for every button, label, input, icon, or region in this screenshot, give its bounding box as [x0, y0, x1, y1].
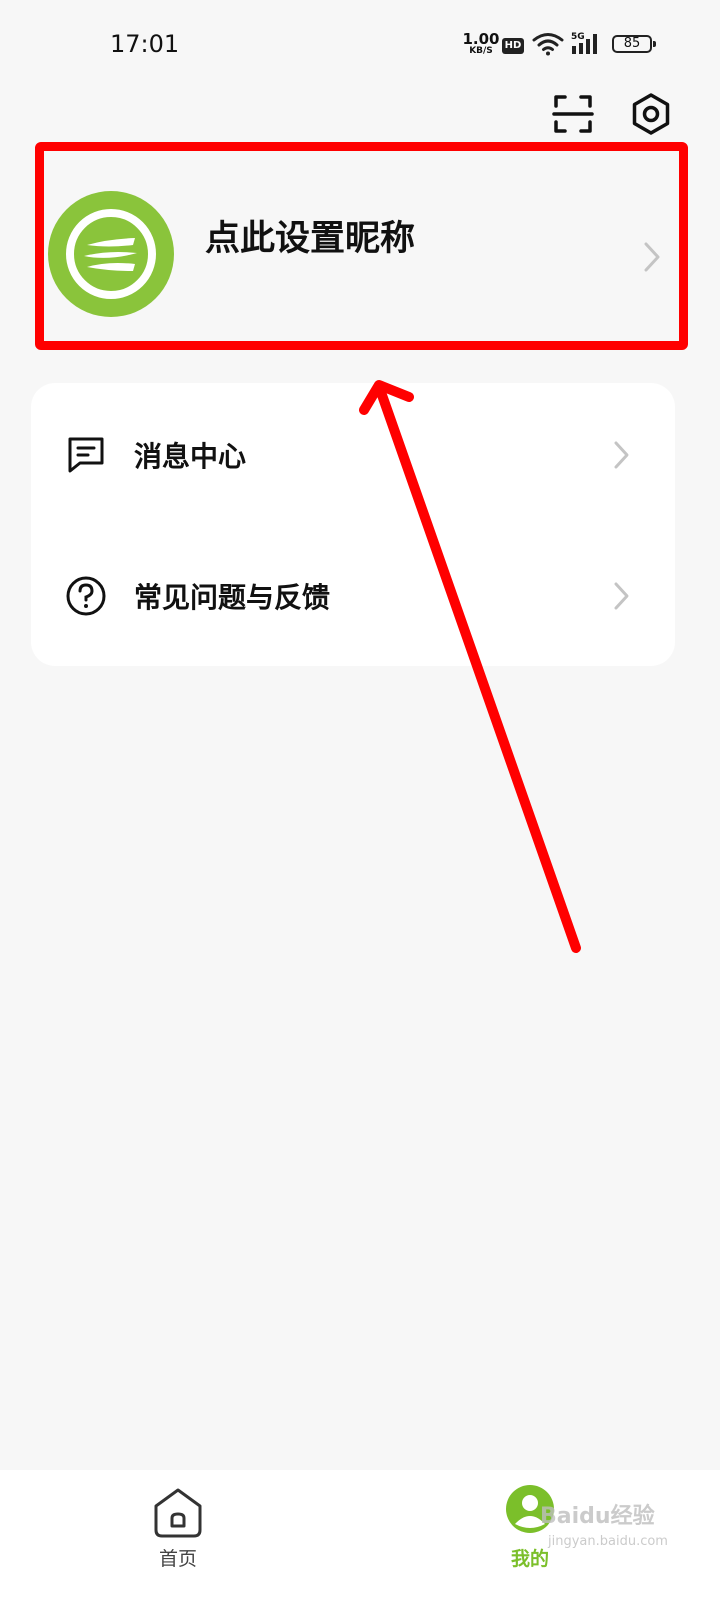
- scan-icon[interactable]: [551, 92, 595, 136]
- avatar[interactable]: [48, 191, 174, 317]
- chevron-right-icon: [614, 441, 629, 469]
- watermark: Baidu经验: [540, 1504, 655, 1529]
- menu-item-label: 消息中心: [134, 440, 247, 473]
- nickname-prompt[interactable]: 点此设置昵称: [205, 210, 415, 261]
- net-speed: 1.00 KB/S: [462, 32, 500, 56]
- signal-indicator: 5G: [568, 32, 604, 60]
- question-icon: [66, 576, 106, 616]
- net-speed-unit: KB/S: [469, 46, 493, 56]
- battery-indicator: 85: [612, 35, 656, 53]
- chevron-right-icon: [644, 242, 660, 272]
- status-bar: 17:01 1.00 KB/S HD 5G 85: [0, 0, 720, 90]
- menu-item-faq-feedback[interactable]: 常见问题与反馈: [31, 524, 675, 665]
- nav-home-label: 首页: [158, 1548, 197, 1570]
- message-icon: [68, 437, 104, 473]
- settings-icon[interactable]: [629, 92, 673, 136]
- hd-badge: HD: [502, 38, 524, 54]
- menu-item-message-center[interactable]: 消息中心: [31, 383, 675, 524]
- nav-home[interactable]: 首页: [136, 1478, 220, 1594]
- watermark-url: jingyan.baidu.com: [548, 1534, 668, 1549]
- menu-card: 消息中心 常见问题与反馈: [31, 383, 675, 666]
- wifi-icon: [532, 33, 564, 56]
- network-type: 5G: [571, 32, 585, 42]
- home-icon: [154, 1488, 202, 1538]
- menu-item-label: 常见问题与反馈: [134, 581, 331, 614]
- net-speed-value: 1.00: [462, 30, 500, 48]
- chevron-right-icon: [614, 582, 629, 610]
- status-time: 17:01: [110, 30, 180, 58]
